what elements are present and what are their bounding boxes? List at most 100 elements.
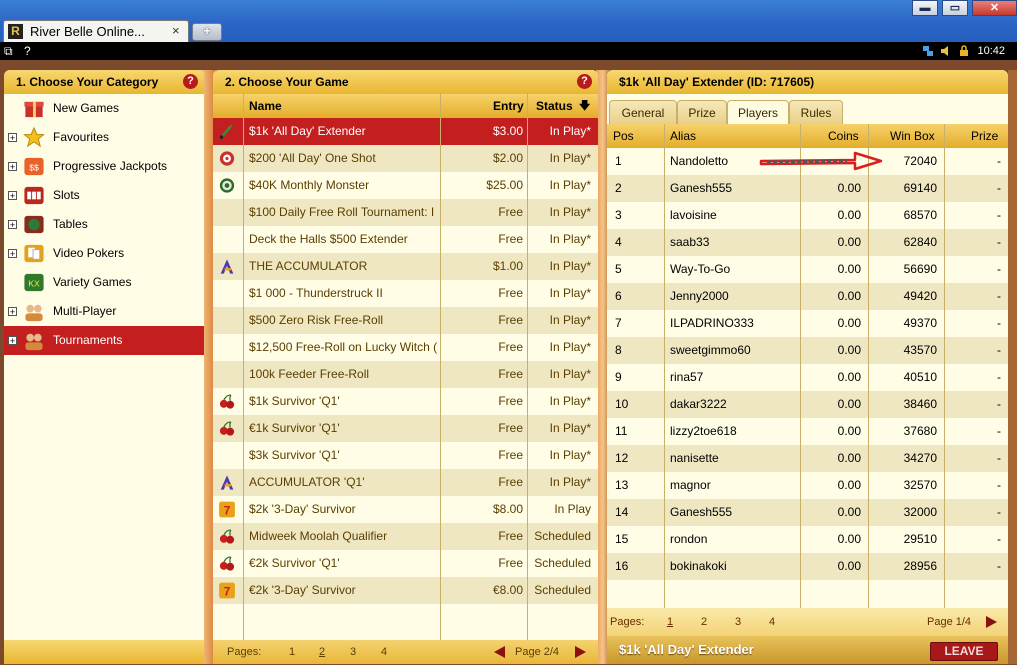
target-icon (217, 149, 237, 168)
expand-icon[interactable]: + (8, 307, 17, 317)
expand-icon[interactable]: + (8, 249, 17, 259)
leave-button[interactable]: LEAVE (930, 642, 998, 661)
tab-players[interactable]: Players (727, 100, 789, 124)
category-panel-footer (4, 640, 204, 664)
page-link-1[interactable]: 1 (667, 616, 673, 628)
category-item[interactable]: + Tables (4, 210, 204, 239)
help-icon[interactable]: ? (577, 74, 592, 89)
player-coins: 0.00 (837, 424, 861, 438)
category-item[interactable]: + Video Pokers (4, 239, 204, 268)
player-alias: nanisette (670, 451, 719, 465)
minimize-button[interactable]: ▬ (912, 0, 938, 16)
game-row[interactable]: $1k 'All Day' Extender $3.00 In Play* (213, 118, 598, 145)
player-coins: 0.00 (837, 451, 861, 465)
game-row[interactable]: $200 'All Day' One Shot $2.00 In Play* (213, 145, 598, 172)
page-link-2[interactable]: 2 (319, 646, 325, 658)
player-coins: 0.00 (837, 343, 861, 357)
next-page-icon[interactable] (986, 616, 997, 628)
game-row[interactable]: €2k Survivor 'Q1' Free Scheduled (213, 550, 598, 577)
game-row[interactable]: ACCUMULATOR 'Q1' Free In Play* (213, 469, 598, 496)
page-link-4[interactable]: 4 (381, 646, 387, 658)
column-header-entry[interactable]: Entry (493, 94, 524, 118)
expand-icon[interactable]: + (8, 220, 17, 230)
category-item[interactable]: KX Variety Games (4, 268, 204, 297)
next-page-icon[interactable] (575, 646, 586, 658)
game-panel-title: 2. Choose Your Game (225, 75, 349, 89)
game-row[interactable]: Midweek Moolah Qualifier Free Scheduled (213, 523, 598, 550)
tab-prize[interactable]: Prize (677, 100, 727, 124)
tab-rules[interactable]: Rules (789, 100, 843, 124)
category-list: New Games + Favourites + $$ Progressive Jackp… (4, 94, 204, 355)
cherry-icon (217, 527, 237, 546)
player-row: 10 dakar3222 0.00 38460 - (607, 391, 1008, 418)
expand-icon[interactable]: + (8, 133, 17, 143)
expand-icon[interactable]: + (8, 336, 17, 346)
game-row[interactable]: THE ACCUMULATOR $1.00 In Play* (213, 253, 598, 280)
help-icon[interactable]: ? (183, 74, 198, 89)
player-prize: - (997, 532, 1001, 546)
game-row[interactable]: $100 Daily Free Roll Tournament: I Free In… (213, 199, 598, 226)
column-header-status[interactable]: Status (536, 94, 573, 118)
expand-icon[interactable]: + (8, 162, 17, 172)
page-link-1[interactable]: 1 (289, 646, 295, 658)
column-header-winbox[interactable]: Win Box (890, 124, 935, 148)
column-header-name[interactable]: Name (249, 94, 282, 118)
page-link-3[interactable]: 3 (350, 646, 356, 658)
column-header-pos[interactable]: Pos (613, 124, 634, 148)
game-row[interactable]: 7 $2k '3-Day' Survivor $8.00 In Play (213, 496, 598, 523)
game-row[interactable]: $1 000 - Thunderstruck II Free In Play* (213, 280, 598, 307)
player-winbox: 28956 (903, 559, 937, 573)
category-item[interactable]: New Games (4, 94, 204, 123)
games-pagination: Pages: 1 2 3 4 Page 2/4 (213, 640, 598, 664)
game-row[interactable]: 100k Feeder Free-Roll Free In Play* (213, 361, 598, 388)
window-menu-icon[interactable]: ⧉ (4, 44, 13, 59)
menu-bar: ⧉ ? 10:42 (0, 42, 1017, 60)
column-header-prize[interactable]: Prize (971, 124, 998, 148)
column-divider (440, 94, 441, 640)
page-link-3[interactable]: 3 (735, 616, 741, 628)
game-entry: Free (498, 556, 523, 570)
category-item[interactable]: + Slots (4, 181, 204, 210)
browser-tab[interactable]: R River Belle Online... × (3, 20, 189, 42)
game-status: In Play* (549, 205, 591, 219)
tab-close-icon[interactable]: × (172, 23, 180, 38)
page-link-4[interactable]: 4 (769, 616, 775, 628)
category-item[interactable]: + Multi-Player (4, 297, 204, 326)
player-winbox: 29510 (903, 532, 937, 546)
new-tab-button[interactable]: + (192, 23, 222, 41)
game-row[interactable]: 7 €2k '3-Day' Survivor €8.00 Scheduled (213, 577, 598, 604)
tab-general[interactable]: General (609, 100, 677, 124)
game-row[interactable]: $40K Monthly Monster $25.00 In Play* (213, 172, 598, 199)
sort-arrow-icon[interactable]: 🡇 (579, 94, 590, 118)
game-entry: €8.00 (492, 583, 523, 597)
page-link-2[interactable]: 2 (701, 616, 707, 628)
expand-icon[interactable]: + (8, 191, 17, 201)
maximize-button[interactable]: ▭ (942, 0, 968, 16)
game-entry: Free (498, 475, 523, 489)
details-bottom-bar: $1k 'All Day' Extender LEAVE (607, 636, 1008, 664)
player-pos: 11 (615, 424, 628, 438)
column-header-alias[interactable]: Alias (670, 124, 696, 148)
player-coins: 0.00 (837, 262, 861, 276)
previous-page-icon[interactable] (494, 646, 505, 658)
game-status: In Play* (549, 286, 591, 300)
game-row[interactable]: $1k Survivor 'Q1' Free In Play* (213, 388, 598, 415)
player-winbox: 32000 (903, 505, 937, 519)
player-coins: 0.00 (837, 505, 861, 519)
game-row[interactable]: Deck the Halls $500 Extender Free In Play* (213, 226, 598, 253)
game-row[interactable]: $12,500 Free-Roll on Lucky Witch (Free In… (213, 334, 598, 361)
category-item[interactable]: + Favourites (4, 123, 204, 152)
game-status: In Play (554, 502, 591, 516)
column-header-coins[interactable]: Coins (828, 124, 859, 148)
game-row[interactable]: €1k Survivor 'Q1' Free In Play* (213, 415, 598, 442)
category-item[interactable]: + $$ Progressive Jackpots (4, 152, 204, 181)
player-row: 2 Ganesh555 0.00 69140 - (607, 175, 1008, 202)
close-window-button[interactable]: ✕ (972, 0, 1017, 16)
player-row: 11 lizzy2toe618 0.00 37680 - (607, 418, 1008, 445)
help-menu-button[interactable]: ? (24, 44, 31, 58)
game-status: In Play* (549, 178, 591, 192)
game-row[interactable]: $500 Zero Risk Free-Roll Free In Play* (213, 307, 598, 334)
category-item[interactable]: + Tournaments (4, 326, 204, 355)
game-row[interactable]: $3k Survivor 'Q1' Free In Play* (213, 442, 598, 469)
player-row: 4 saab33 0.00 62840 - (607, 229, 1008, 256)
